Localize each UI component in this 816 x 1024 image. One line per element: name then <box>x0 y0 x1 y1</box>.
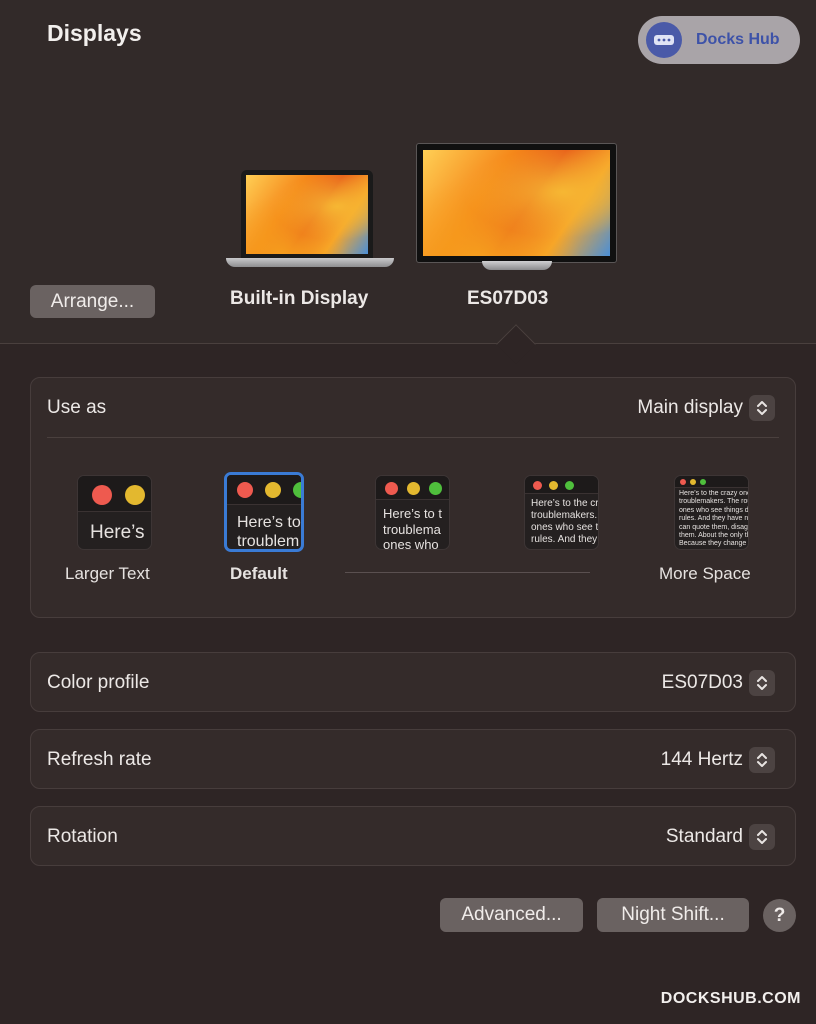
rotation-value: Standard <box>665 826 743 847</box>
resolution-option-3[interactable]: Here’s to t troublema ones who <box>375 475 450 550</box>
brand-badge: Docks Hub <box>638 16 800 64</box>
refresh-rate-label: Refresh rate <box>47 749 152 770</box>
zoom-dot-icon <box>429 482 442 495</box>
brand-name: Docks Hub <box>696 31 780 48</box>
external-display-label[interactable]: ES07D03 <box>467 288 548 310</box>
use-as-label: Use as <box>47 397 107 418</box>
stepper-icon[interactable] <box>749 747 775 773</box>
preview-text: Here’s to the crazy one troublemakers. T… <box>679 490 749 548</box>
monitor-stand <box>482 261 552 270</box>
minimize-dot-icon <box>125 485 145 505</box>
resolution-label-larger-text: Larger Text <box>65 564 150 583</box>
advanced-button[interactable]: Advanced... <box>440 898 583 932</box>
resolution-option-larger-text[interactable]: Here’s <box>77 475 152 550</box>
page-title: Displays <box>47 20 142 46</box>
minimize-dot-icon <box>690 479 696 485</box>
minimize-dot-icon <box>407 482 420 495</box>
minimize-dot-icon <box>265 482 281 498</box>
resolution-option-default[interactable]: Here’s to t troublem <box>224 472 304 552</box>
preview-text: Here’s to t troublem <box>237 514 301 549</box>
resolution-option-4[interactable]: Here’s to the cr troublemakers. ones who… <box>524 475 599 550</box>
help-button[interactable]: ? <box>763 899 796 932</box>
monitor-screen <box>416 143 617 263</box>
watermark: DOCKSHUB.COM <box>660 990 801 1007</box>
close-dot-icon <box>385 482 398 495</box>
wallpaper-image <box>423 150 610 256</box>
builtin-display-icon[interactable] <box>226 170 394 270</box>
wallpaper-image <box>246 175 368 254</box>
dock-logo-icon <box>646 22 682 58</box>
stepper-icon[interactable] <box>749 670 775 696</box>
use-as-value: Main display <box>637 397 743 418</box>
color-profile-select[interactable]: ES07D03 <box>662 670 775 696</box>
stepper-icon[interactable] <box>749 824 775 850</box>
color-profile-row: Color profile ES07D03 <box>30 652 796 712</box>
laptop-screen <box>241 170 373 258</box>
preview-text: Here’s to t troublema ones who <box>383 506 443 550</box>
divider <box>47 437 779 438</box>
rotation-select[interactable]: Standard <box>666 824 775 850</box>
close-dot-icon <box>92 485 112 505</box>
zoom-dot-icon <box>700 479 706 485</box>
resolution-label-default: Default <box>230 564 288 583</box>
preview-text: Here’s <box>90 522 145 543</box>
minimize-dot-icon <box>549 481 558 490</box>
zoom-dot-icon <box>565 481 574 490</box>
builtin-display-label[interactable]: Built-in Display <box>230 288 368 310</box>
resolution-option-more-space[interactable]: Here’s to the crazy one troublemakers. T… <box>674 475 749 550</box>
zoom-dot-icon <box>293 482 301 498</box>
resolution-track-line <box>345 572 590 573</box>
rotation-row: Rotation Standard <box>30 806 796 866</box>
color-profile-label: Color profile <box>47 672 150 693</box>
refresh-rate-select[interactable]: 144 Hertz <box>661 747 775 773</box>
night-shift-button[interactable]: Night Shift... <box>597 898 749 932</box>
color-profile-value: ES07D03 <box>661 672 743 693</box>
preview-text: Here’s to the cr troublemakers. ones who… <box>531 498 598 545</box>
refresh-rate-value: 144 Hertz <box>660 749 743 770</box>
refresh-rate-row: Refresh rate 144 Hertz <box>30 729 796 789</box>
rotation-label: Rotation <box>47 826 118 847</box>
laptop-base <box>226 258 394 267</box>
stepper-icon[interactable] <box>749 395 775 421</box>
close-dot-icon <box>680 479 686 485</box>
arrange-button[interactable]: Arrange... <box>30 285 155 318</box>
use-as-select[interactable]: Main display <box>637 395 775 421</box>
close-dot-icon <box>533 481 542 490</box>
close-dot-icon <box>237 482 253 498</box>
resolution-label-more-space: More Space <box>659 564 751 583</box>
external-display-icon[interactable] <box>416 143 617 271</box>
